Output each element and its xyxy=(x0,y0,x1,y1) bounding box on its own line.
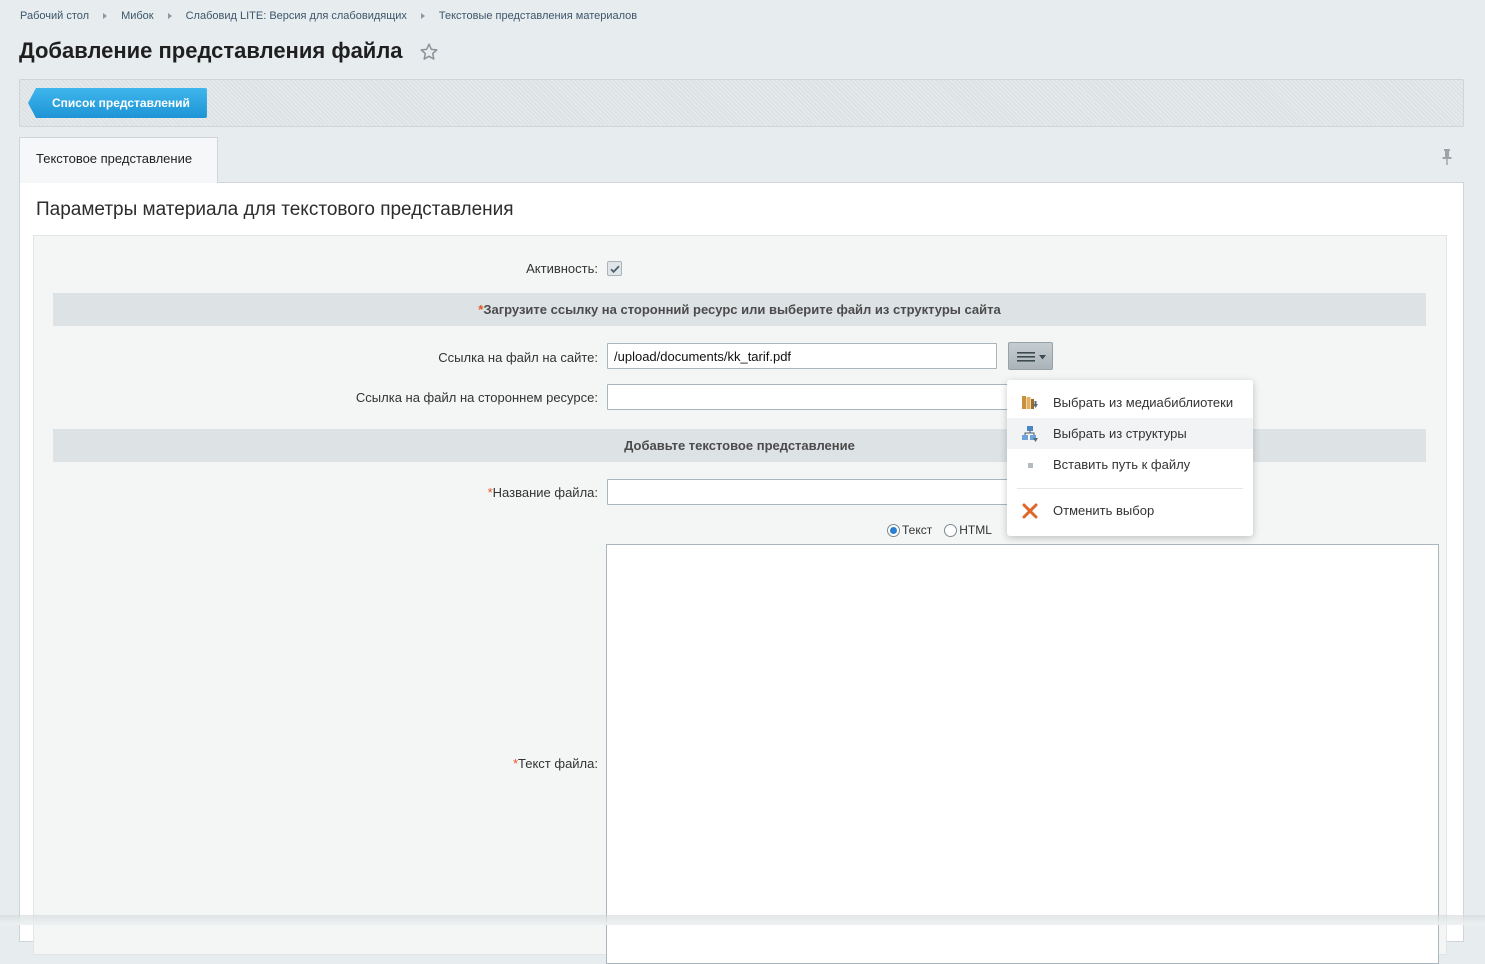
file-select-menu-button[interactable] xyxy=(1008,342,1053,370)
dot-icon xyxy=(1028,463,1033,468)
list-views-button[interactable]: Список представлений xyxy=(28,88,207,118)
file-select-popup-menu: Выбрать из медиабиблиотеки Выбрать из ст… xyxy=(1007,380,1253,536)
breadcrumb-arrow-icon xyxy=(103,13,108,19)
file-text-editor[interactable] xyxy=(606,544,1439,964)
page-title: Добавление представления файла xyxy=(19,38,403,63)
menu-item-cancel-selection[interactable]: Отменить выбор xyxy=(1007,495,1253,526)
file-name-input[interactable] xyxy=(607,479,1009,505)
hamburger-icon xyxy=(1017,352,1035,362)
form-area: Активность: *Загрузите ссылку на сторонн… xyxy=(33,235,1447,964)
breadcrumb: Рабочий стол Мибок Слабовид LITE: Версия… xyxy=(20,10,637,22)
external-link-label: Ссылка на файл на стороннем ресурсе: xyxy=(355,390,598,405)
file-text-label: *Текст файла: xyxy=(234,756,598,771)
file-name-label-text: Название файла: xyxy=(492,485,598,500)
pin-icon[interactable] xyxy=(1440,148,1454,166)
cancel-x-icon xyxy=(1022,503,1038,519)
menu-item-cancel-selection-label: Отменить выбор xyxy=(1053,503,1155,518)
menu-item-structure-label: Выбрать из структуры xyxy=(1053,426,1187,441)
breadcrumb-arrow-icon xyxy=(167,13,172,19)
menu-item-media-library-label: Выбрать из медиабиблиотеки xyxy=(1053,395,1234,410)
menu-item-structure[interactable]: Выбрать из структуры xyxy=(1007,418,1253,449)
breadcrumb-item-text-views[interactable]: Текстовые представления материалов xyxy=(439,10,637,22)
active-label: Активность: xyxy=(526,261,598,276)
radio-html-format[interactable] xyxy=(944,523,958,537)
file-name-label: *Название файла: xyxy=(234,485,598,500)
breadcrumb-item-desktop[interactable]: Рабочий стол xyxy=(20,10,89,22)
toolbar: Список представлений xyxy=(19,79,1464,127)
upload-group-header: *Загрузите ссылку на сторонний ресурс ил… xyxy=(53,293,1426,326)
breadcrumb-item-module[interactable]: Слабовид LITE: Версия для слабовидящих xyxy=(186,10,407,22)
star-icon[interactable] xyxy=(418,41,440,63)
radio-html-label: HTML xyxy=(959,523,992,537)
breadcrumb-item-mibok[interactable]: Мибок xyxy=(121,10,154,22)
checkmark-icon xyxy=(610,265,620,274)
external-link-input[interactable] xyxy=(607,384,1009,410)
site-link-label: Ссылка на файл на сайте: xyxy=(438,350,598,365)
breadcrumb-arrow-icon xyxy=(420,13,425,19)
bottom-scroll-shadow xyxy=(0,915,1485,925)
active-checkbox[interactable] xyxy=(607,261,622,276)
format-radio-group: Текст HTML xyxy=(887,523,1004,537)
site-link-input[interactable] xyxy=(607,343,997,369)
upload-group-text: Загрузите ссылку на сторонний ресурс или… xyxy=(483,302,1001,317)
menu-item-insert-path-label: Вставить путь к файлу xyxy=(1053,457,1191,472)
section-title: Параметры материала для текстового предс… xyxy=(36,199,514,220)
menu-separator xyxy=(1017,488,1243,489)
menu-item-media-library[interactable]: Выбрать из медиабиблиотеки xyxy=(1007,387,1253,418)
radio-text-format[interactable] xyxy=(887,523,900,537)
file-text-label-text: Текст файла: xyxy=(518,756,598,771)
chevron-down-icon xyxy=(1039,355,1046,360)
structure-icon xyxy=(1022,426,1038,442)
radio-text-label: Текст xyxy=(902,523,933,537)
tab-text-view[interactable]: Текстовое представление xyxy=(19,137,218,183)
menu-item-insert-path[interactable]: Вставить путь к файлу xyxy=(1007,449,1253,480)
media-library-icon xyxy=(1022,396,1038,409)
main-panel: Параметры материала для текстового предс… xyxy=(19,182,1464,964)
